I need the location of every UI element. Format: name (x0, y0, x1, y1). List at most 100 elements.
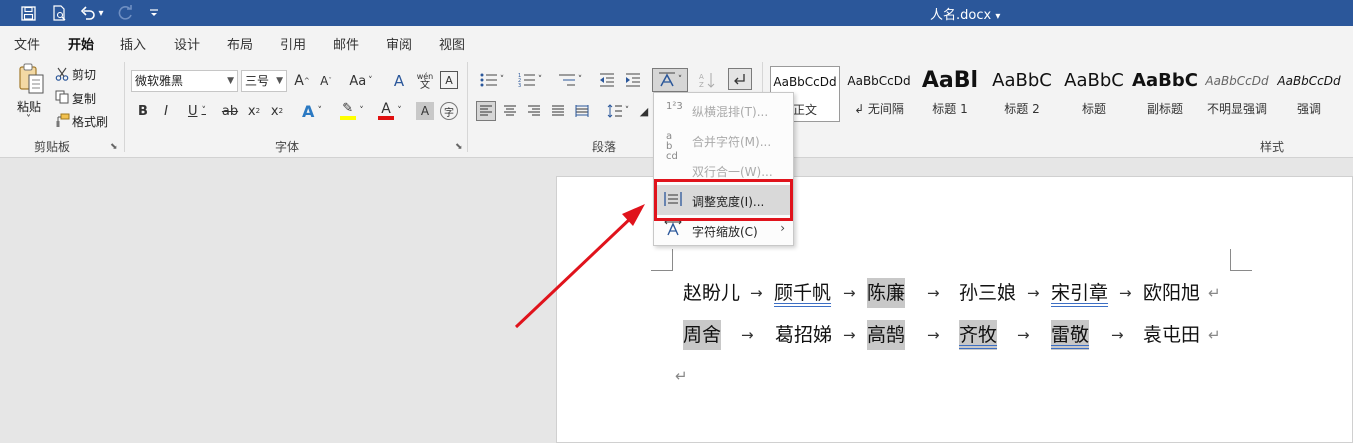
name-text: 高鹄 (867, 320, 906, 350)
document-title-text: 人名.docx (930, 8, 992, 23)
vertical-in-horizontal-icon: 1²3 (666, 101, 683, 112)
format-painter-label[interactable]: 格式刷 (72, 113, 108, 130)
show-formatting-marks-icon[interactable] (728, 68, 752, 90)
margin-corner-mark (1230, 249, 1252, 271)
margin-corner-mark (651, 249, 673, 271)
tab-file[interactable]: 文件 (14, 34, 40, 53)
character-border-label: A (445, 73, 453, 87)
increase-indent-icon[interactable] (623, 70, 643, 90)
styles-group-label: 样式 (1260, 140, 1285, 154)
cut-label[interactable]: 剪切 (72, 66, 96, 83)
line-spacing-button[interactable]: ˅ (602, 101, 634, 121)
bold-button[interactable]: B (134, 101, 152, 121)
clipboard-group-label: 剪贴板 (34, 140, 71, 154)
svg-text:Z: Z (699, 81, 704, 88)
tab-mailings[interactable]: 邮件 (333, 34, 359, 53)
justify-icon[interactable] (548, 101, 568, 121)
highlight-color-button[interactable]: ✎ ˅ (336, 100, 368, 122)
style-subtle-emphasis[interactable]: AaBbCcDd 不明显强调 (1202, 66, 1272, 122)
tab-layout[interactable]: 布局 (227, 34, 253, 53)
tab-arrow-mark: → (843, 326, 856, 344)
menu-item-vertical-in-horizontal[interactable]: 1²3 纵横混排(T)... (654, 95, 793, 125)
distributed-icon[interactable] (572, 101, 592, 121)
style-heading-2[interactable]: AaBbC 标题 2 (987, 66, 1057, 122)
customize-icon[interactable] (144, 3, 164, 23)
paragraph-mark: ↵ (1208, 326, 1221, 344)
style-sample: AaBbC (1132, 70, 1198, 91)
name-text: 宋引章 (1051, 282, 1109, 304)
style-no-spacing[interactable]: AaBbCcDd ↲ 无间隔 (844, 66, 914, 122)
style-sample: AaBbC (992, 70, 1052, 91)
style-subtitle[interactable]: AaBbC 副标题 (1130, 66, 1200, 122)
character-scaling-icon (664, 219, 682, 240)
align-right-icon[interactable] (524, 101, 544, 121)
multilevel-list-button[interactable]: ˅ (554, 70, 586, 90)
font-group-label: 字体 (275, 140, 300, 154)
phonetic-guide-button[interactable]: wén 文 (414, 69, 436, 93)
document-line-2[interactable]: 周舍 → 葛招娣 → 高鹄 → 齐牧 → 雷敬 → 袁屯田 ↵ (683, 320, 1243, 350)
document-title[interactable]: 人名.docx ▾ (930, 4, 1000, 23)
menu-item-label: 双行合一(W)... (692, 165, 773, 179)
paste-icon[interactable] (14, 62, 48, 96)
bullets-button[interactable]: ˅ (476, 70, 508, 90)
align-center-icon[interactable] (500, 101, 520, 121)
tab-home[interactable]: 开始 (68, 34, 95, 59)
grow-font-button[interactable]: A ^ (292, 71, 312, 91)
asian-layout-button[interactable]: ˅ (652, 68, 688, 92)
save-icon[interactable] (18, 3, 38, 23)
name-text: 孙三娘 (959, 282, 1017, 304)
tab-insert[interactable]: 插入 (120, 34, 146, 53)
copy-label[interactable]: 复制 (72, 90, 96, 107)
text-effects-button[interactable]: A ˅ (296, 100, 328, 122)
tab-references[interactable]: 引用 (280, 34, 306, 53)
character-border-button[interactable]: A (440, 71, 458, 89)
character-shading-button[interactable]: A (416, 102, 434, 120)
align-left-icon[interactable] (476, 101, 496, 121)
style-emphasis[interactable]: AaBbCcDd 强调 (1274, 66, 1344, 122)
shrink-font-button[interactable]: Aˇ (316, 71, 336, 91)
tab-review[interactable]: 审阅 (386, 34, 412, 53)
decrease-indent-icon[interactable] (597, 70, 617, 90)
style-name: 副标题 (1146, 102, 1183, 116)
group-separator (124, 62, 125, 152)
cut-icon[interactable] (54, 66, 70, 82)
style-heading-1[interactable]: AaBl 标题 1 (915, 66, 985, 122)
clipboard-launcher-icon[interactable]: ⬊ (110, 142, 118, 152)
enclose-characters-button[interactable]: 字 (440, 102, 458, 120)
superscript-button[interactable]: x2 (268, 101, 286, 121)
style-name: ↲ 无间隔 (854, 102, 904, 116)
format-painter-icon[interactable] (54, 112, 70, 128)
paste-label[interactable]: 粘贴 (17, 98, 41, 115)
menu-item-combine-characters[interactable]: ab cd 合并字符(M)... (654, 125, 793, 162)
paste-dropdown-icon[interactable]: ˅ (26, 114, 31, 125)
tab-design[interactable]: 设计 (174, 34, 200, 53)
name-text: 齐牧 (959, 320, 998, 350)
tab-view[interactable]: 视图 (439, 34, 465, 53)
copy-icon[interactable] (54, 89, 70, 105)
asian-layout-menu: 1²3 纵横混排(T)... ab cd 合并字符(M)... 双行合一(W).… (653, 92, 794, 246)
font-color-button[interactable]: A ˅ (374, 100, 406, 122)
paragraph-group-label: 段落 (592, 140, 617, 154)
change-case-button[interactable]: Aa ˅ (345, 71, 377, 91)
name-text: 周舍 (683, 320, 722, 350)
italic-button[interactable]: I (157, 101, 175, 121)
numbering-button[interactable]: 1 2 3 ˅ (514, 70, 546, 90)
sort-icon[interactable]: AZ (696, 70, 718, 90)
strikethrough-button[interactable]: ab (219, 101, 241, 121)
underline-button[interactable]: U ˅ (180, 101, 214, 121)
undo-dropdown-icon[interactable]: ▾ (95, 3, 107, 23)
highlight-box (654, 179, 793, 221)
menu-item-label: 字符缩放(C) (692, 225, 758, 239)
subscript-button[interactable]: x2 (245, 101, 263, 121)
document-line-1[interactable]: 赵盼儿 → 顾千帆 → 陈廉 → 孙三娘 → 宋引章 → 欧阳旭 ↵ (683, 278, 1243, 308)
clear-format-button[interactable]: A (388, 71, 410, 91)
font-name-combo[interactable]: 微软雅黑 ▼ (131, 70, 238, 92)
font-launcher-icon[interactable]: ⬊ (455, 142, 463, 152)
print-preview-icon[interactable] (49, 3, 69, 23)
name-text: 欧阳旭 (1143, 282, 1201, 304)
chevron-down-icon: ▼ (227, 76, 234, 86)
clear-format-label: A (393, 72, 405, 90)
font-size-combo[interactable]: 三号 ▼ (241, 70, 287, 92)
style-title[interactable]: AaBbC 标题 (1059, 66, 1129, 122)
shading-icon[interactable]: ◢ (638, 101, 650, 121)
